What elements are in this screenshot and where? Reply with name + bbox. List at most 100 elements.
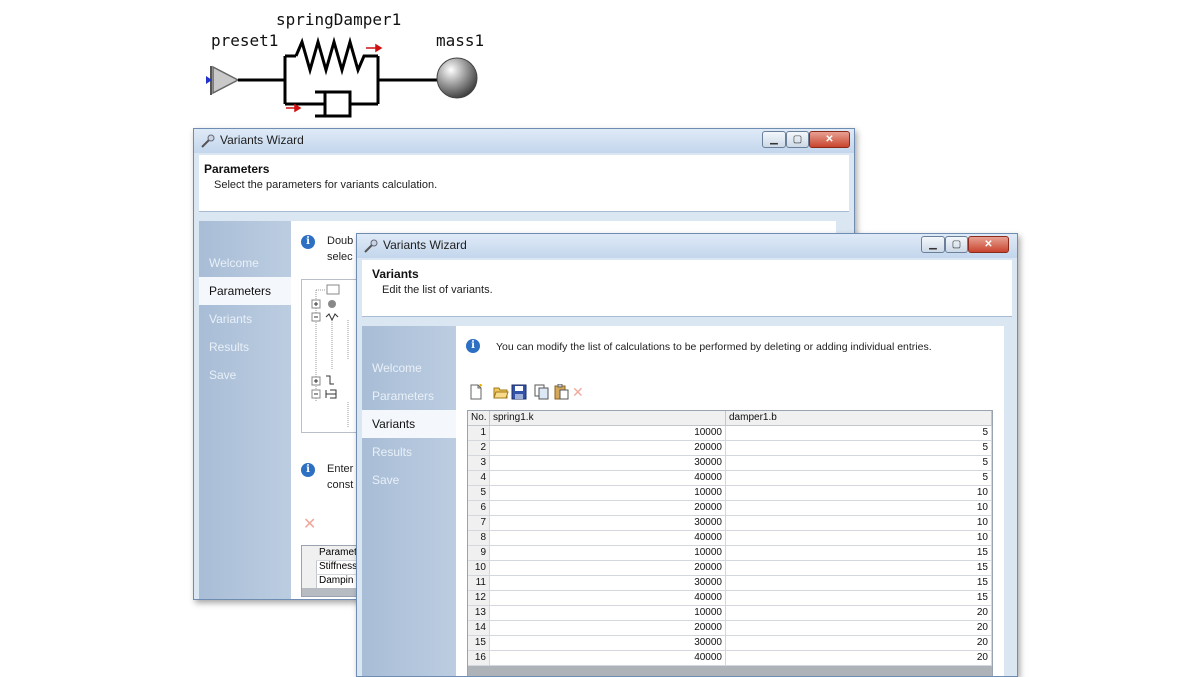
info-icon: i <box>301 235 315 249</box>
table-row[interactable]: 15 30000 20 <box>468 636 992 651</box>
cell-damper-b[interactable]: 5 <box>726 456 992 471</box>
cell-damper-b[interactable]: 15 <box>726 546 992 561</box>
cell-row-number[interactable]: 11 <box>468 576 490 591</box>
cell-row-number[interactable]: 1 <box>468 426 490 441</box>
table-row[interactable]: 14 20000 20 <box>468 621 992 636</box>
nav-step-parameters[interactable]: Parameters <box>199 277 291 305</box>
delete-icon[interactable]: ✕ <box>303 514 316 534</box>
table-row[interactable]: 7 30000 10 <box>468 516 992 531</box>
cell-spring-k[interactable]: 20000 <box>490 621 726 636</box>
cell-spring-k[interactable]: 10000 <box>490 426 726 441</box>
nav-step-results[interactable]: Results <box>362 438 456 466</box>
copy-icon[interactable] <box>534 384 550 400</box>
cell-damper-b[interactable]: 20 <box>726 621 992 636</box>
variants-content-panel: i You can modify the list of calculation… <box>456 326 1004 676</box>
cell-row-number[interactable]: 2 <box>468 441 490 456</box>
cell-spring-k[interactable]: 10000 <box>490 606 726 621</box>
variants-table[interactable]: No. spring1.k damper1.b 1 10000 5 2 20000 5 3 3… <box>467 410 993 676</box>
table-row[interactable]: 4 40000 5 <box>468 471 992 486</box>
paste-icon[interactable] <box>553 384 569 400</box>
cell-damper-b[interactable]: 10 <box>726 531 992 546</box>
preset-label: preset1 <box>211 31 279 50</box>
title-bar[interactable]: Variants Wizard ▁ ▢ ✕ <box>357 234 1017 258</box>
cell-row-number[interactable]: 14 <box>468 621 490 636</box>
cell-row-number[interactable]: 12 <box>468 591 490 606</box>
table-row[interactable]: 16 40000 20 <box>468 651 992 666</box>
cell-row-number[interactable]: 10 <box>468 561 490 576</box>
cell-row-number[interactable]: 16 <box>468 651 490 666</box>
cell-spring-k[interactable]: 40000 <box>490 651 726 666</box>
cell-row-number[interactable]: 6 <box>468 501 490 516</box>
column-header-no[interactable]: No. <box>468 411 490 426</box>
nav-step-welcome[interactable]: Welcome <box>199 249 291 277</box>
table-row[interactable]: 11 30000 15 <box>468 576 992 591</box>
table-row[interactable]: 10 20000 15 <box>468 561 992 576</box>
cell-damper-b[interactable]: 5 <box>726 471 992 486</box>
cell-row-number[interactable]: 9 <box>468 546 490 561</box>
cell-damper-b[interactable]: 20 <box>726 606 992 621</box>
cell-spring-k[interactable]: 20000 <box>490 501 726 516</box>
delete-icon[interactable]: ✕ <box>572 384 588 400</box>
cell-spring-k[interactable]: 40000 <box>490 591 726 606</box>
table-row[interactable]: 13 10000 20 <box>468 606 992 621</box>
nav-step-save[interactable]: Save <box>199 361 291 389</box>
close-button[interactable]: ✕ <box>809 131 850 148</box>
cell-spring-k[interactable]: 10000 <box>490 546 726 561</box>
table-row[interactable]: 3 30000 5 <box>468 456 992 471</box>
table-row[interactable]: 5 10000 10 <box>468 486 992 501</box>
title-bar[interactable]: Variants Wizard ▁ ▢ ✕ <box>194 129 854 153</box>
cell-row-number[interactable]: 7 <box>468 516 490 531</box>
cell-row-number[interactable]: 4 <box>468 471 490 486</box>
cell-spring-k[interactable]: 10000 <box>490 486 726 501</box>
table-row[interactable]: 2 20000 5 <box>468 441 992 456</box>
nav-step-save[interactable]: Save <box>362 466 456 494</box>
table-row[interactable]: 6 20000 10 <box>468 501 992 516</box>
cell-spring-k[interactable]: 30000 <box>490 456 726 471</box>
table-row[interactable]: 1 10000 5 <box>468 426 992 441</box>
cell-row-number[interactable]: 15 <box>468 636 490 651</box>
maximize-button[interactable]: ▢ <box>786 131 809 148</box>
cell-spring-k[interactable]: 20000 <box>490 561 726 576</box>
cell-row-number[interactable]: 3 <box>468 456 490 471</box>
table-row[interactable]: 8 40000 10 <box>468 531 992 546</box>
cell-damper-b[interactable]: 5 <box>726 426 992 441</box>
cell-row-number[interactable]: 13 <box>468 606 490 621</box>
cell-spring-k[interactable]: 40000 <box>490 471 726 486</box>
cell-damper-b[interactable]: 20 <box>726 651 992 666</box>
header-subtitle: Select the parameters for variants calcu… <box>214 179 438 191</box>
cell-spring-k[interactable]: 40000 <box>490 531 726 546</box>
new-icon[interactable] <box>468 384 484 400</box>
cell-row-number[interactable]: 8 <box>468 531 490 546</box>
nav-step-welcome[interactable]: Welcome <box>362 354 456 382</box>
cell-damper-b[interactable]: 10 <box>726 486 992 501</box>
open-folder-icon[interactable] <box>493 384 509 400</box>
header-title: Variants <box>372 267 419 281</box>
cell-damper-b[interactable]: 20 <box>726 636 992 651</box>
maximize-button[interactable]: ▢ <box>945 236 968 253</box>
cell-spring-k[interactable]: 30000 <box>490 636 726 651</box>
nav-step-variants[interactable]: Variants <box>199 305 291 333</box>
column-header-damper-b[interactable]: damper1.b <box>726 411 992 426</box>
cell-damper-b[interactable]: 15 <box>726 576 992 591</box>
nav-step-results[interactable]: Results <box>199 333 291 361</box>
save-icon[interactable] <box>511 384 527 400</box>
cell-spring-k[interactable]: 30000 <box>490 576 726 591</box>
column-header-spring-k[interactable]: spring1.k <box>490 411 726 426</box>
table-row[interactable]: 9 10000 15 <box>468 546 992 561</box>
cell-damper-b[interactable]: 15 <box>726 561 992 576</box>
cell-damper-b[interactable]: 10 <box>726 516 992 531</box>
cell-damper-b[interactable]: 10 <box>726 501 992 516</box>
minimize-button[interactable]: ▁ <box>921 236 945 253</box>
close-button[interactable]: ✕ <box>968 236 1009 253</box>
cell-damper-b[interactable]: 5 <box>726 441 992 456</box>
close-icon: ✕ <box>984 239 993 250</box>
nav-step-variants[interactable]: Variants <box>362 410 456 438</box>
nav-step-parameters[interactable]: Parameters <box>362 382 456 410</box>
cell-row-number[interactable]: 5 <box>468 486 490 501</box>
cell-spring-k[interactable]: 30000 <box>490 516 726 531</box>
table-row[interactable]: 12 40000 15 <box>468 591 992 606</box>
cell-damper-b[interactable]: 15 <box>726 591 992 606</box>
minimize-button[interactable]: ▁ <box>762 131 786 148</box>
cell-spring-k[interactable]: 20000 <box>490 441 726 456</box>
header-title: Parameters <box>204 162 270 176</box>
